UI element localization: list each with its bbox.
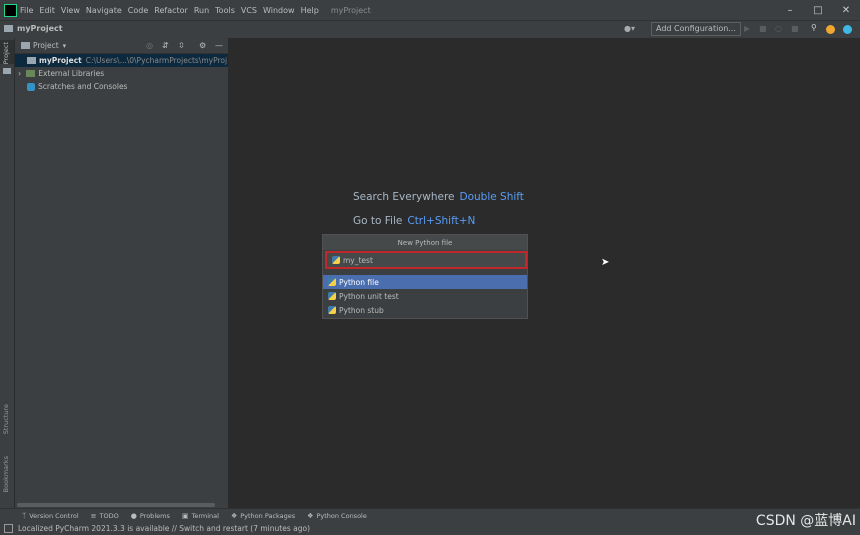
tree-item-path: C:\Users\...\0\PycharmProjects\myProj: [85, 56, 228, 65]
mouse-cursor-icon: ➤: [601, 257, 610, 268]
chevron-down-icon[interactable]: ▾: [63, 42, 67, 50]
chevron-right-icon[interactable]: ›: [18, 69, 21, 78]
filename-value: my_test: [343, 255, 373, 265]
tab-terminal[interactable]: ▣ Terminal: [182, 512, 219, 520]
menu-run[interactable]: Run: [194, 6, 209, 15]
watermark: CSDN @蓝博AI: [755, 513, 856, 529]
menu-vcs[interactable]: VCS: [241, 6, 257, 15]
option-label: Python unit test: [339, 291, 399, 301]
status-icon: [4, 524, 13, 533]
tree-item-label: Scratches and Consoles: [38, 82, 128, 91]
menu-navigate[interactable]: Navigate: [86, 6, 122, 15]
run-icon[interactable]: ▶: [744, 24, 750, 33]
horizontal-scrollbar[interactable]: [17, 503, 215, 507]
console-icon: ❖: [307, 512, 314, 520]
project-folder-icon: [3, 68, 11, 74]
hide-icon[interactable]: —: [215, 41, 223, 50]
option-python-file[interactable]: Python file: [323, 275, 527, 289]
navigation-bar: myProject ●▾ Add Configuration... ▶ ■ ○ …: [0, 20, 860, 39]
python-icon: [328, 278, 336, 286]
title-bar: File Edit View Navigate Code Refactor Ru…: [0, 0, 860, 20]
updates-icon[interactable]: [826, 25, 835, 34]
menu-code[interactable]: Code: [128, 6, 148, 15]
scratches-icon: [27, 82, 35, 91]
tab-python-packages[interactable]: ❖ Python Packages: [231, 512, 295, 520]
stop-icon[interactable]: ■: [791, 24, 799, 33]
project-panel-header: Project ▾ ◎ ⇵ ⇳ ⚙ —: [15, 38, 228, 54]
menu-tools[interactable]: Tools: [215, 6, 235, 15]
option-python-stub[interactable]: Python stub: [323, 303, 527, 317]
folder-icon: [21, 42, 30, 49]
menu-refactor[interactable]: Refactor: [154, 6, 188, 15]
tree-item-myproject[interactable]: myProject C:\Users\...\0\PycharmProjects…: [15, 54, 228, 67]
tool-window-bar: ᛉ Version Control ≡ TODO ● Problems ▣ Termin…: [0, 508, 860, 523]
left-tool-strip: Project Structure Bookmarks: [0, 38, 15, 508]
library-icon: [26, 70, 36, 77]
search-icon[interactable]: ⚲: [811, 23, 817, 32]
project-view-dropdown[interactable]: Project: [33, 41, 59, 50]
menu-window[interactable]: Window: [263, 6, 295, 15]
menu-view[interactable]: View: [61, 6, 80, 15]
hint-go-to-file: Go to File Ctrl+Shift+N: [353, 215, 476, 227]
tab-python-console[interactable]: ❖ Python Console: [307, 512, 367, 520]
option-python-unit-test[interactable]: Python unit test: [323, 289, 527, 303]
menu-file[interactable]: File: [20, 6, 33, 15]
coverage-icon[interactable]: ○: [775, 24, 782, 33]
tree-item-label: External Libraries: [38, 69, 105, 78]
dialog-title: New Python file: [323, 235, 527, 250]
option-label: Python stub: [339, 305, 384, 315]
project-panel: Project ▾ ◎ ⇵ ⇳ ⚙ — myProject C:\Users\.…: [15, 38, 228, 508]
breadcrumb-project[interactable]: myProject: [17, 24, 63, 33]
tree-item-external-libraries[interactable]: › External Libraries: [15, 67, 104, 80]
list-icon: ≡: [90, 512, 97, 520]
menu-bar: File Edit View Navigate Code Refactor Ru…: [20, 0, 377, 20]
status-message[interactable]: Localized PyCharm 2021.3.3 is available …: [18, 524, 310, 533]
tab-bookmarks[interactable]: Bookmarks: [0, 456, 14, 501]
maximize-button[interactable]: □: [804, 0, 832, 20]
folder-icon: [27, 57, 36, 64]
gear-icon[interactable]: ⚙: [199, 41, 206, 50]
collapse-all-icon[interactable]: ⇳: [178, 41, 185, 50]
new-python-file-dialog: New Python file my_test Python file Pyth…: [322, 234, 528, 319]
filename-input[interactable]: my_test: [325, 251, 527, 269]
branch-icon: ᛉ: [22, 512, 27, 520]
python-icon: [328, 306, 336, 314]
debug-icon[interactable]: ■: [759, 24, 767, 33]
close-button[interactable]: ✕: [832, 0, 860, 20]
menu-help[interactable]: Help: [301, 6, 319, 15]
expand-all-icon[interactable]: ⇵: [162, 41, 169, 50]
packages-icon: ❖: [230, 512, 238, 520]
tab-structure[interactable]: Structure: [0, 404, 14, 444]
locate-icon[interactable]: ◎: [146, 41, 153, 50]
tab-todo[interactable]: ≡ TODO: [91, 512, 119, 520]
hint-search-everywhere: Search Everywhere Double Shift: [353, 191, 524, 203]
pycharm-logo-icon: [4, 4, 17, 17]
user-icon[interactable]: ●▾: [624, 24, 635, 33]
option-label: Python file: [339, 277, 379, 287]
python-icon: [328, 292, 336, 300]
terminal-icon: ▣: [181, 512, 189, 520]
minimize-button[interactable]: –: [776, 0, 804, 20]
tab-version-control[interactable]: ᛉ Version Control: [22, 512, 79, 520]
window-title: myProject: [330, 5, 371, 15]
problems-icon: ●: [130, 512, 137, 520]
tree-item-label: myProject: [39, 56, 82, 65]
folder-icon: [4, 25, 13, 32]
plugin-icon[interactable]: [843, 25, 852, 34]
tab-problems[interactable]: ● Problems: [131, 512, 170, 520]
menu-edit[interactable]: Edit: [39, 6, 55, 15]
python-icon: [332, 256, 340, 264]
status-bar: Localized PyCharm 2021.3.3 is available …: [0, 522, 860, 535]
tree-item-scratches[interactable]: Scratches and Consoles: [15, 80, 127, 93]
tab-project[interactable]: Project: [0, 40, 14, 64]
add-configuration-button[interactable]: Add Configuration...: [651, 22, 741, 36]
